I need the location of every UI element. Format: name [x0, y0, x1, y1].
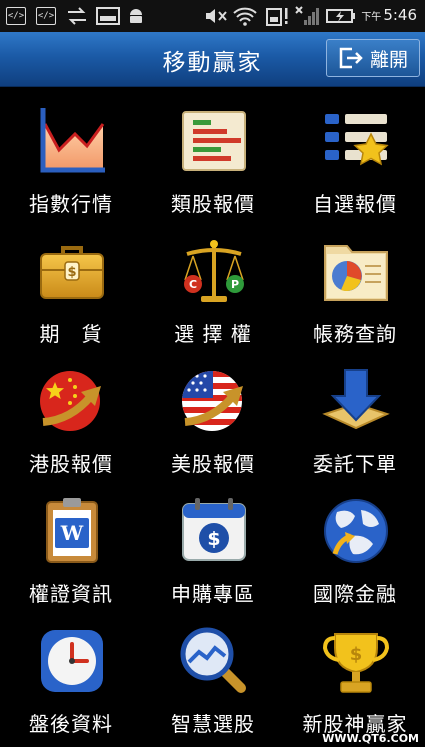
menu-item-label: 委託下單: [313, 452, 397, 476]
status-bar: </> </> 下午 5:46: [0, 0, 425, 32]
menu-item-ipo-subscription[interactable]: $ 申購專區: [142, 478, 284, 608]
folder-pie-icon: [324, 245, 388, 301]
menu-item-label: 帳務查詢: [313, 322, 397, 346]
menu-item-hk-stocks[interactable]: 港股報價: [0, 348, 142, 478]
magnifier-chart-icon: [180, 627, 246, 693]
sector-bars-icon: [182, 111, 246, 171]
mute-icon: [204, 6, 228, 26]
menu-item-label: 期 貨: [39, 322, 103, 346]
menu-item-place-order[interactable]: 委託下單: [284, 348, 425, 478]
briefcase-dollar-icon: $: [40, 246, 104, 299]
menu-item-label: 類股報價: [171, 192, 255, 216]
trophy-icon: $: [322, 633, 390, 693]
menu-grid: 指數行情 類股報價 自選報價 $ 期 貨 C P 選 擇 權 帳務查詢 港股報價…: [0, 88, 425, 747]
exit-label: 離開: [369, 48, 408, 71]
svg-text:W: W: [60, 521, 84, 545]
menu-item-watchlist[interactable]: 自選報價: [284, 88, 425, 218]
code-icon: </>: [6, 7, 26, 25]
svg-text:$: $: [207, 528, 220, 550]
menu-item-label: 選 擇 權: [174, 322, 252, 346]
china-flag-icon: [40, 371, 101, 431]
code-icon: </>: [36, 7, 56, 25]
svg-text:P: P: [231, 278, 239, 291]
image-icon: [96, 6, 120, 26]
down-arrow-icon: [322, 369, 390, 430]
menu-item-label: 港股報價: [29, 452, 113, 476]
menu-item-label: 自選報價: [313, 192, 397, 216]
android-icon: [127, 6, 145, 26]
clock-time: 下午 5:46: [361, 6, 417, 24]
sync-arrows-icon: [66, 6, 88, 26]
menu-item-label: 權證資訊: [29, 582, 113, 606]
scale-cp-icon: C P: [184, 240, 244, 302]
menu-item-us-stocks[interactable]: 美股報價: [142, 348, 284, 478]
svg-text:$: $: [67, 265, 76, 280]
menu-item-warrant-info[interactable]: W 權證資訊: [0, 478, 142, 608]
menu-item-label: 智慧選股: [171, 712, 255, 736]
calendar-dollar-icon: $: [182, 498, 246, 561]
menu-item-index-quotes[interactable]: 指數行情: [0, 88, 142, 218]
clock-icon: [41, 630, 103, 692]
storage-alert-icon: [265, 6, 291, 26]
signal-icon: [294, 6, 320, 26]
us-flag-icon: [182, 371, 243, 431]
menu-item-label: 指數行情: [29, 192, 113, 216]
logout-icon: [339, 47, 363, 69]
svg-text:$: $: [350, 644, 363, 665]
menu-item-stock-god-winner[interactable]: $ 新股神贏家: [284, 608, 425, 738]
svg-text:C: C: [189, 278, 197, 291]
watermark: WWW.QT6.COM: [322, 732, 419, 745]
clipboard-w-icon: W: [46, 498, 98, 563]
menu-item-label: 盤後資料: [29, 712, 113, 736]
menu-item-sector-quotes[interactable]: 類股報價: [142, 88, 284, 218]
menu-item-global-finance[interactable]: 國際金融: [284, 478, 425, 608]
menu-item-after-hours-data[interactable]: 盤後資料: [0, 608, 142, 738]
globe-icon: [324, 499, 388, 563]
menu-item-label: 美股報價: [171, 452, 255, 476]
menu-item-smart-stock-picker[interactable]: 智慧選股: [142, 608, 284, 738]
index-chart-icon: [40, 108, 105, 173]
menu-item-account-query[interactable]: 帳務查詢: [284, 218, 425, 348]
menu-item-label: 申購專區: [171, 582, 255, 606]
menu-item-futures[interactable]: $ 期 貨: [0, 218, 142, 348]
wifi-icon: [232, 6, 258, 26]
app-header: 移動贏家 離開: [0, 32, 425, 87]
menu-item-label: 國際金融: [313, 582, 397, 606]
battery-charging-icon: [326, 6, 356, 26]
menu-item-options[interactable]: C P 選 擇 權: [142, 218, 284, 348]
exit-button[interactable]: 離開: [326, 39, 420, 77]
watchlist-star-icon: [325, 114, 389, 166]
